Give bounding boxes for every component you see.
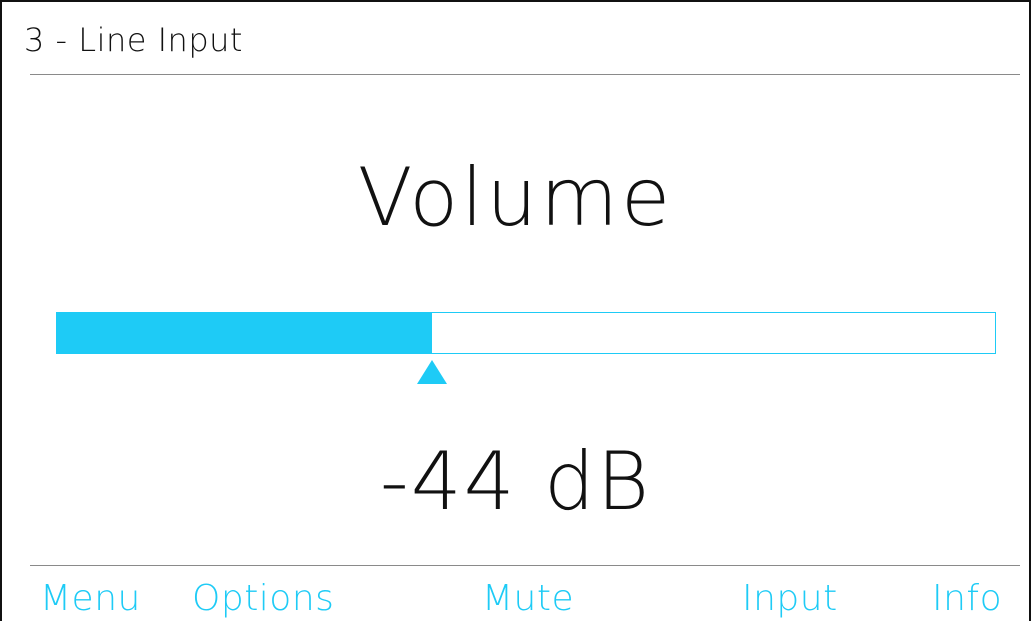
page-title: Volume — [357, 151, 674, 244]
info-button[interactable]: Info — [932, 574, 1002, 621]
input-button[interactable]: Input — [742, 574, 838, 621]
volume-level-fill — [57, 313, 432, 353]
level-indicator-icon[interactable] — [417, 360, 447, 384]
options-button[interactable]: Options — [192, 574, 334, 621]
volume-value: -44 dB — [379, 435, 652, 528]
mute-button[interactable]: Mute — [482, 574, 574, 621]
bottom-divider — [30, 565, 1020, 566]
source-title: 3 - Line Input — [24, 21, 243, 59]
top-divider — [30, 74, 1020, 75]
volume-level-bar[interactable] — [56, 312, 996, 384]
softkey-bar: Menu Options Mute Input Info — [2, 574, 1029, 621]
menu-button[interactable]: Menu — [40, 574, 141, 621]
device-screen: 3 - Line Input Volume -44 dB Menu Option… — [0, 0, 1031, 621]
